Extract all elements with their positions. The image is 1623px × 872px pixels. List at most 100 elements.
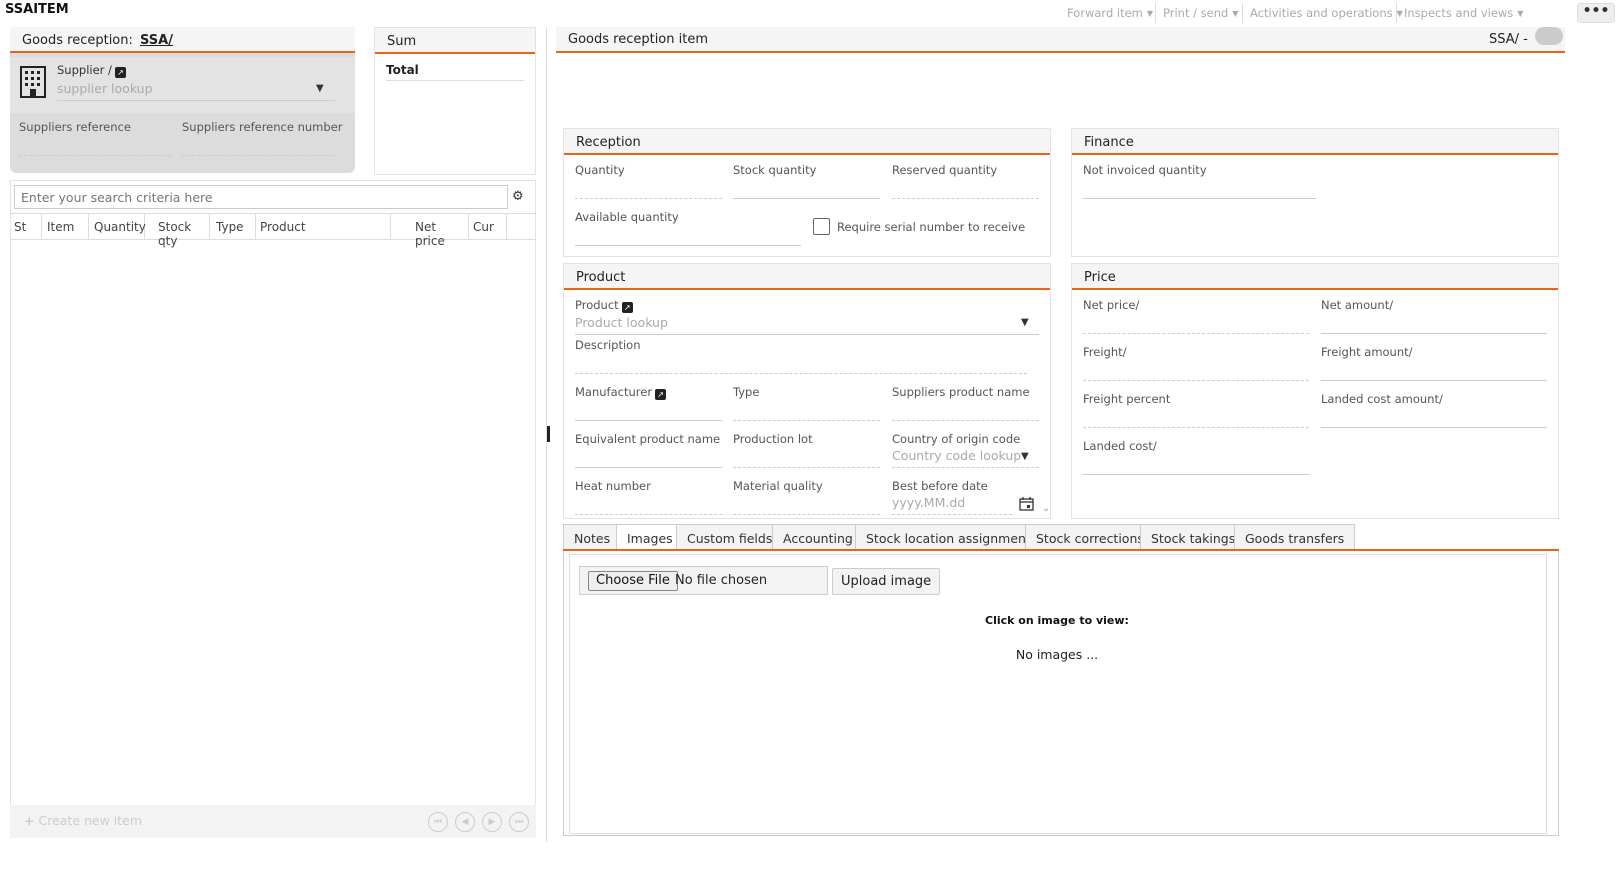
column-header-product[interactable]: Product bbox=[260, 213, 391, 240]
description-label: Description bbox=[575, 338, 641, 352]
net-price-input[interactable] bbox=[1083, 316, 1309, 334]
description-input[interactable] bbox=[575, 356, 1027, 374]
column-header-type[interactable]: Type bbox=[216, 213, 256, 240]
landed-cost-input[interactable] bbox=[1083, 457, 1309, 475]
tab-stock-location-assignments[interactable]: Stock location assignments bbox=[855, 524, 1049, 550]
calendar-icon[interactable] bbox=[1019, 496, 1034, 511]
building-icon bbox=[20, 66, 46, 98]
file-input[interactable]: Choose File No file chosen bbox=[579, 566, 828, 595]
type-label: Type bbox=[733, 385, 760, 399]
best-before-date-label: Best before date bbox=[892, 479, 988, 493]
splitter-handle[interactable] bbox=[547, 426, 550, 442]
create-new-item-button[interactable]: + Create new item bbox=[24, 813, 142, 828]
material-quality-input[interactable] bbox=[733, 497, 880, 515]
goods-reception-label: Goods reception: bbox=[22, 33, 133, 48]
gear-icon[interactable]: ⚙ bbox=[512, 189, 524, 204]
equivalent-product-name-input[interactable] bbox=[575, 450, 722, 468]
tab-images[interactable]: Images bbox=[616, 524, 684, 551]
quantity-input[interactable] bbox=[575, 181, 722, 199]
goods-reception-item-header: Goods reception item SSA/ - bbox=[556, 27, 1565, 53]
more-button[interactable]: ••• bbox=[1577, 3, 1615, 23]
inspects-menu[interactable]: Inspects and views ▼ bbox=[1404, 6, 1523, 20]
price-header: Price bbox=[1072, 264, 1558, 290]
previous-page-icon[interactable]: ◀ bbox=[455, 812, 475, 832]
heat-number-label: Heat number bbox=[575, 479, 651, 493]
menu-divider bbox=[1155, 3, 1156, 23]
caret-down-icon[interactable]: ▼ bbox=[316, 83, 324, 94]
net-amount-input[interactable] bbox=[1321, 316, 1547, 334]
next-page-icon[interactable]: ▶ bbox=[482, 812, 502, 832]
reception-header: Reception bbox=[564, 129, 1050, 155]
app-title: SSAITEM bbox=[5, 2, 69, 17]
images-inner-frame bbox=[569, 554, 1547, 834]
product-header: Product bbox=[564, 264, 1050, 290]
require-serial-checkbox[interactable] bbox=[813, 218, 830, 235]
column-header-net-price[interactable]: Net price bbox=[415, 213, 469, 248]
landed-cost-label: Landed cost/ bbox=[1083, 439, 1157, 453]
suppliers-product-name-input[interactable] bbox=[892, 403, 1039, 421]
tab-custom-fields[interactable]: Custom fields bbox=[676, 524, 784, 550]
column-header-stock-qty[interactable]: Stock qty bbox=[158, 213, 210, 248]
tab-accounting[interactable]: Accounting bbox=[772, 524, 864, 550]
freight-percent-input[interactable] bbox=[1083, 410, 1309, 428]
type-input[interactable] bbox=[733, 403, 880, 421]
landed-cost-amount-input[interactable] bbox=[1321, 410, 1547, 428]
search-input[interactable] bbox=[14, 185, 508, 209]
first-page-icon[interactable]: ⏮ bbox=[428, 812, 448, 832]
caret-down-icon: ▼ bbox=[1146, 8, 1154, 18]
freight-amount-input[interactable] bbox=[1321, 363, 1547, 381]
goods-reception-link[interactable]: SSA/ bbox=[140, 33, 173, 48]
tab-stock-corrections[interactable]: Stock corrections bbox=[1025, 524, 1155, 550]
product-lookup-input[interactable]: Product lookup bbox=[575, 315, 1039, 335]
country-code-lookup-input[interactable]: Country code lookup bbox=[892, 448, 1039, 468]
column-header-quantity[interactable]: Quantity bbox=[94, 213, 146, 240]
tab-notes[interactable]: Notes bbox=[563, 524, 622, 550]
tab-goods-transfers[interactable]: Goods transfers bbox=[1234, 524, 1356, 550]
production-lot-input[interactable] bbox=[733, 450, 880, 468]
manufacturer-input[interactable] bbox=[575, 403, 722, 421]
expand-icon[interactable]: ⌄ bbox=[1042, 503, 1050, 514]
header-record-id: SSA/ - bbox=[1489, 32, 1528, 47]
supplier-label-text: Supplier / bbox=[57, 63, 112, 77]
external-link-icon[interactable]: ↗ bbox=[655, 389, 667, 400]
reserved-quantity-label: Reserved quantity bbox=[892, 163, 998, 177]
last-page-icon[interactable]: ⏭ bbox=[509, 812, 529, 832]
stock-quantity-label: Stock quantity bbox=[733, 163, 817, 177]
caret-down-icon[interactable]: ▼ bbox=[1021, 451, 1029, 462]
upload-image-button[interactable]: Upload image bbox=[832, 568, 941, 595]
forward-item-menu[interactable]: Forward item ▼ bbox=[1067, 6, 1153, 20]
no-file-chosen-text: No file chosen bbox=[675, 573, 768, 588]
caret-down-icon[interactable]: ▼ bbox=[1021, 317, 1029, 328]
freight-percent-label: Freight percent bbox=[1083, 392, 1171, 406]
suppliers-reference-number-input[interactable] bbox=[182, 139, 334, 156]
print-send-menu[interactable]: Print / send ▼ bbox=[1163, 6, 1238, 20]
column-header-cur[interactable]: Cur bbox=[473, 213, 507, 240]
heat-number-input[interactable] bbox=[575, 497, 722, 515]
supplier-lookup-input[interactable]: supplier lookup bbox=[57, 81, 335, 101]
finance-header: Finance bbox=[1072, 129, 1558, 155]
reserved-quantity-input[interactable] bbox=[892, 181, 1039, 199]
stock-quantity-input[interactable] bbox=[733, 181, 880, 199]
column-header-item[interactable]: Item bbox=[47, 213, 89, 240]
external-link-icon[interactable]: ↗ bbox=[114, 67, 126, 78]
suppliers-reference-label: Suppliers reference bbox=[19, 120, 131, 134]
not-invoiced-quantity-input[interactable] bbox=[1083, 181, 1316, 199]
tab-stock-takings[interactable]: Stock takings bbox=[1140, 524, 1247, 550]
suppliers-reference-input[interactable] bbox=[19, 139, 171, 156]
activities-label: Activities and operations bbox=[1250, 6, 1393, 20]
activities-menu[interactable]: Activities and operations ▼ bbox=[1250, 6, 1403, 20]
freight-label: Freight/ bbox=[1083, 345, 1127, 359]
best-before-date-input[interactable]: yyyy.MM.dd bbox=[892, 495, 1012, 515]
sum-header: Sum bbox=[375, 28, 535, 54]
caret-down-icon: ▼ bbox=[1232, 8, 1239, 18]
product-label: Product ↗ bbox=[575, 298, 633, 313]
toggle-switch[interactable] bbox=[1535, 27, 1563, 45]
material-quality-label: Material quality bbox=[733, 479, 823, 493]
available-quantity-input[interactable] bbox=[575, 228, 801, 246]
sum-panel: Sum Total bbox=[374, 27, 536, 175]
external-link-icon[interactable]: ↗ bbox=[621, 302, 633, 313]
column-header-st[interactable]: St bbox=[14, 213, 42, 240]
print-send-label: Print / send bbox=[1163, 6, 1229, 20]
choose-file-button[interactable]: Choose File bbox=[588, 571, 678, 591]
freight-input[interactable] bbox=[1083, 363, 1309, 381]
